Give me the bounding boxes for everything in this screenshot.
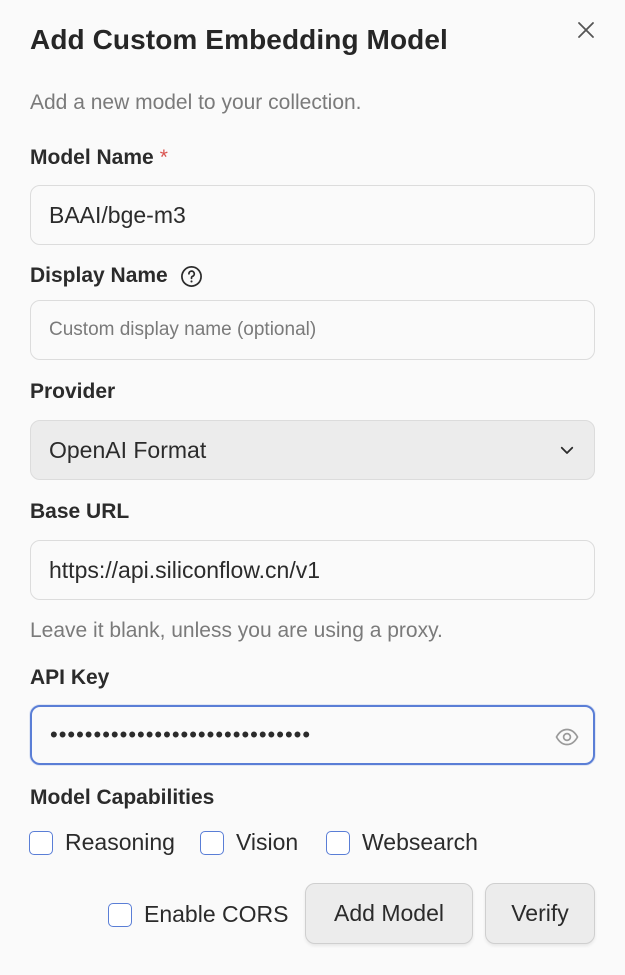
provider-label: Provider (30, 380, 115, 404)
capability-websearch-checkbox[interactable]: Websearch (326, 829, 478, 856)
capability-reasoning-label: Reasoning (65, 829, 175, 855)
close-icon (578, 22, 594, 38)
dialog-subtitle: Add a new model to your collection. (30, 91, 362, 114)
provider-select[interactable]: OpenAI Format (30, 420, 595, 480)
enable-cors-checkbox[interactable]: Enable CORS (108, 901, 288, 928)
add-model-button[interactable]: Add Model (305, 883, 473, 944)
capability-vision-checkbox[interactable]: Vision (200, 829, 298, 856)
base-url-value: https://api.siliconflow.cn/v1 (49, 556, 321, 583)
checkbox-box[interactable] (108, 902, 132, 927)
verify-button[interactable]: Verify (485, 883, 595, 944)
question-circle-icon[interactable] (180, 265, 203, 288)
dialog-title: Add Custom Embedding Model (30, 24, 448, 55)
base-url-input[interactable]: https://api.siliconflow.cn/v1 (30, 540, 595, 600)
close-button[interactable] (574, 18, 598, 42)
checkbox-box[interactable] (326, 830, 350, 855)
api-key-masked-value: •••••••••••••••••••••••••••••• (50, 722, 312, 747)
display-name-input[interactable]: Custom display name (optional) (30, 300, 595, 360)
provider-label-text: Provider (30, 380, 116, 403)
api-key-label-text: API Key (30, 666, 110, 689)
model-name-input[interactable]: BAAI/bge-m3 (30, 185, 595, 245)
checkbox-box[interactable] (200, 830, 224, 855)
base-url-hint: Leave it blank, unless you are using a p… (30, 619, 443, 642)
display-name-label: Display Name (30, 264, 203, 288)
api-key-input[interactable]: •••••••••••••••••••••••••••••• (30, 705, 595, 765)
capability-reasoning-checkbox[interactable]: Reasoning (29, 829, 175, 856)
checkbox-box[interactable] (29, 830, 53, 855)
capability-websearch-label: Websearch (362, 829, 478, 855)
display-name-placeholder: Custom display name (optional) (49, 319, 317, 340)
provider-selected-value: OpenAI Format (49, 436, 207, 463)
model-capabilities-label-text: Model Capabilities (30, 786, 215, 809)
eye-icon[interactable] (555, 726, 579, 746)
api-key-label: API Key (30, 666, 109, 690)
capability-vision-label: Vision (236, 829, 299, 855)
enable-cors-label: Enable CORS (144, 901, 289, 927)
model-name-value: BAAI/bge-m3 (49, 201, 186, 228)
model-name-label-text: Model Name (30, 146, 154, 169)
base-url-label: Base URL (30, 500, 129, 524)
model-capabilities-label: Model Capabilities (30, 786, 214, 810)
required-mark: * (159, 146, 168, 169)
model-name-label: Model Name * (30, 146, 168, 170)
base-url-label-text: Base URL (30, 500, 130, 523)
chevron-down-icon (560, 446, 574, 454)
display-name-label-text: Display Name (30, 264, 168, 287)
